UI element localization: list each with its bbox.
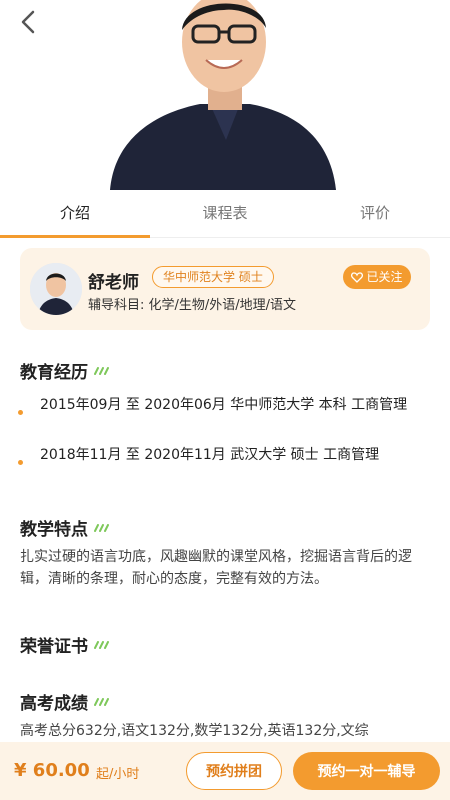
gaokao-section-title: 高考成绩 xyxy=(20,689,110,714)
back-arrow-icon xyxy=(21,10,35,34)
teacher-photo xyxy=(0,0,450,190)
education-section-title: 教育经历 xyxy=(20,358,110,383)
group-booking-button[interactable]: 预约拼团 xyxy=(186,752,282,790)
title-decoration-icon xyxy=(94,640,109,649)
avatar xyxy=(30,263,82,315)
title-decoration-icon xyxy=(94,366,109,375)
gaokao-title-text: 高考成绩 xyxy=(20,694,88,714)
book-one-on-one-button[interactable]: 预约一对一辅导 xyxy=(293,752,440,790)
tab-intro[interactable]: 介绍 xyxy=(0,190,150,238)
school-degree-badge: 华中师范大学 硕士 xyxy=(152,266,274,288)
follow-label: 已关注 xyxy=(366,270,403,284)
price-unit: 起/小时 xyxy=(96,767,140,782)
tab-schedule[interactable]: 课程表 xyxy=(150,190,300,237)
subjects-text: 辅导科目: 化学/生物/外语/地理/语文 xyxy=(88,298,297,313)
bullet-dot xyxy=(18,410,23,415)
heart-icon xyxy=(351,271,364,283)
bullet-dot xyxy=(18,460,23,465)
price-value: ¥ 60.00 xyxy=(14,760,90,781)
teaching-features-text: 扎实过硬的语言功底，风趣幽默的课堂风格，挖掘语言背后的逻辑，清晰的条理，耐心的态… xyxy=(20,549,412,587)
teacher-hero-photo xyxy=(0,0,450,190)
title-decoration-icon xyxy=(94,523,109,532)
education-item: 2015年09月 至 2020年06月 华中师范大学 本科 工商管理 xyxy=(40,397,408,413)
follow-button[interactable]: 已关注 xyxy=(343,265,411,289)
teacher-info-card xyxy=(20,248,430,330)
back-button[interactable] xyxy=(12,6,44,38)
title-decoration-icon xyxy=(94,697,109,706)
tab-reviews[interactable]: 评价 xyxy=(300,190,450,237)
education-item: 2018年11月 至 2020年11月 武汉大学 硕士 工商管理 xyxy=(40,447,380,463)
teacher-name: 舒老师 xyxy=(88,273,139,293)
teaching-title-text: 教学特点 xyxy=(20,520,88,540)
gaokao-score-text: 高考总分632分,语文132分,数学132分,英语132分,文综 xyxy=(20,723,369,739)
honors-title-text: 荣誉证书 xyxy=(20,637,88,657)
teaching-section-title: 教学特点 xyxy=(20,515,110,540)
education-title-text: 教育经历 xyxy=(20,363,88,383)
honors-section-title: 荣誉证书 xyxy=(20,632,110,657)
tab-bar: 介绍 课程表 评价 xyxy=(0,190,450,238)
